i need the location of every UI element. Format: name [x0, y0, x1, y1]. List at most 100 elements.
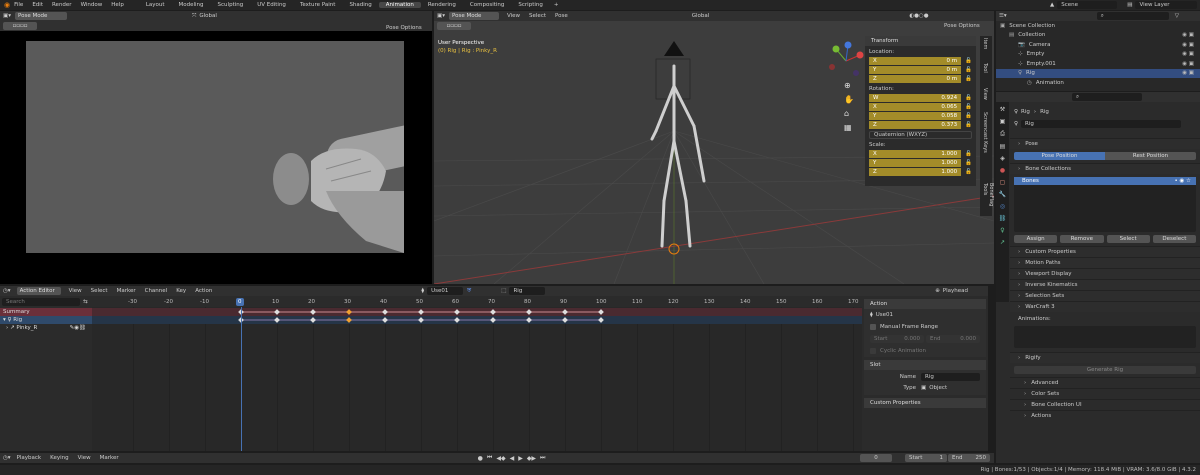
location-z-field[interactable]: Z 0 m: [869, 74, 962, 83]
tab-scripting[interactable]: Scripting: [511, 2, 549, 8]
timeline-menu-playback[interactable]: Playback: [17, 455, 42, 461]
playhead-dropdown[interactable]: Playhead: [943, 288, 968, 294]
select-box-tool-icon[interactable]: ▫▫▫▫: [3, 22, 37, 30]
action-header[interactable]: Action: [864, 299, 986, 309]
jump-start-icon[interactable]: ⏮: [487, 454, 492, 462]
next-key-icon[interactable]: ◆▶: [527, 455, 536, 462]
outliner-item[interactable]: ▣ Scene Collection: [996, 21, 1200, 31]
lock-icon[interactable]: 🔓: [965, 160, 972, 166]
menu-help[interactable]: Help: [111, 2, 124, 8]
rotation-y-field[interactable]: Y 0.058: [869, 111, 962, 120]
action-selector[interactable]: Use01: [427, 287, 464, 295]
editor-type-icon[interactable]: ▣▾: [3, 13, 11, 19]
playhead-frame[interactable]: 0: [236, 298, 244, 306]
timeline-menu-marker[interactable]: Marker: [100, 455, 119, 461]
start-frame-field[interactable]: Start 1: [905, 454, 947, 462]
visibility-icon[interactable]: ◉ ▣: [1182, 61, 1194, 67]
scale-z-field[interactable]: Z 1.000: [869, 167, 962, 176]
lock-icon[interactable]: 🔓: [965, 76, 972, 82]
outliner-item[interactable]: ⊹ Empty.001 ◉ ▣: [996, 59, 1200, 69]
pose-section[interactable]: Pose: [1010, 138, 1200, 149]
add-workspace-icon[interactable]: +: [554, 2, 559, 8]
blender-logo-icon[interactable]: ◉: [4, 1, 10, 9]
playback-controls[interactable]: ● ⏮ ◀◆ ◀ ▶ ◆▶ ⏭: [478, 454, 546, 462]
pose-position-button[interactable]: Pose Position: [1014, 152, 1105, 160]
sidebar-tab-boneflag-tools[interactable]: BoneFlag Tools: [982, 183, 994, 216]
play-reverse-icon[interactable]: ◀: [510, 455, 515, 462]
tab-sculpting[interactable]: Sculpting: [211, 2, 251, 8]
start-field[interactable]: Start 0.000: [870, 335, 924, 343]
rotation-x-field[interactable]: X 0.065: [869, 102, 962, 111]
outliner-item[interactable]: 📷 Camera ◉ ▣: [996, 40, 1200, 50]
lock-icon[interactable]: 🔓: [965, 58, 972, 64]
viewport-menu-pose[interactable]: Pose: [555, 13, 568, 19]
lock-icon[interactable]: 🔓: [965, 169, 972, 175]
action-name[interactable]: Use01: [876, 312, 893, 318]
keyframe[interactable]: [598, 309, 604, 315]
output-tab-icon[interactable]: ⎙: [1000, 130, 1005, 138]
invert-filter-icon[interactable]: ⇆: [83, 299, 88, 305]
section-custom-properties[interactable]: Custom Properties: [1010, 246, 1200, 257]
end-frame-field[interactable]: End 250: [948, 454, 990, 462]
modifier-tab-icon[interactable]: 🔧: [999, 191, 1006, 198]
menu-window[interactable]: Window: [81, 2, 103, 8]
rotation-mode-dropdown[interactable]: Quaternion (WXYZ): [869, 131, 972, 139]
scale-y-field[interactable]: Y 1.000: [869, 158, 962, 167]
lock-icon[interactable]: 🔓: [965, 151, 972, 157]
section-viewport-display[interactable]: Viewport Display: [1010, 268, 1200, 279]
warcraft-section[interactable]: WarCraft 3: [1010, 301, 1200, 312]
outliner-item[interactable]: ♀ Rig ◉ ▣: [996, 68, 1200, 78]
menu-render[interactable]: Render: [52, 2, 72, 8]
dopesheet-editor-icon[interactable]: ◷▾: [3, 288, 11, 294]
play-icon[interactable]: ▶: [518, 455, 523, 462]
view-layer-tab-icon[interactable]: ▤: [1000, 143, 1006, 150]
tab-shading[interactable]: Shading: [342, 2, 378, 8]
viewport-pose-options[interactable]: Pose Options: [944, 23, 980, 29]
remove-button[interactable]: Remove: [1060, 235, 1104, 243]
object-tab-icon[interactable]: ▢: [1000, 179, 1006, 186]
sidebar-tab-view[interactable]: View: [982, 88, 988, 100]
outliner-editor-icon[interactable]: ☰▾: [999, 13, 1007, 19]
rigify-color-sets[interactable]: Color Sets: [1010, 388, 1200, 399]
viewport-shading-icons[interactable]: ◐●○●: [909, 13, 928, 19]
scene-selector[interactable]: Scene: [1057, 1, 1118, 9]
keyframe[interactable]: [598, 317, 604, 323]
viewport-mode-dropdown[interactable]: Pose Mode: [448, 12, 499, 20]
rotation-w-field[interactable]: W 0.924: [869, 93, 962, 102]
bone-tab-icon[interactable]: ↗: [1000, 239, 1005, 246]
transform-header[interactable]: Transform: [865, 36, 976, 46]
outliner-item[interactable]: ▤ Collection ◉ ▣: [996, 31, 1200, 41]
select-button[interactable]: Select: [1106, 235, 1150, 243]
dopesheet-menu-marker[interactable]: Marker: [117, 288, 136, 294]
jump-end-icon[interactable]: ⏭: [540, 454, 545, 462]
tab-layout[interactable]: Layout: [139, 2, 172, 8]
armature-data-tab-icon[interactable]: ♀: [1000, 227, 1004, 234]
deselect-button[interactable]: Deselect: [1152, 235, 1196, 243]
outliner-item[interactable]: ◷ Animation: [996, 78, 1200, 88]
end-field[interactable]: End 0.000: [926, 335, 980, 343]
channel-summary[interactable]: Summary: [0, 308, 92, 316]
section-motion-paths[interactable]: Motion Paths: [1010, 257, 1200, 268]
lock-icon[interactable]: 🔓: [965, 113, 972, 119]
rigify-advanced[interactable]: Advanced: [1010, 377, 1200, 388]
editor-mode-dropdown[interactable]: Action Editor: [16, 287, 61, 295]
view-layer-selector[interactable]: View Layer: [1135, 1, 1198, 9]
rotation-z-field[interactable]: Z 0.373: [869, 120, 962, 129]
visibility-icon[interactable]: ◉ ▣: [1182, 70, 1194, 76]
timeline-menu-keying[interactable]: Keying: [50, 455, 68, 461]
editor-type-icon[interactable]: ▣▾: [437, 13, 445, 19]
section-selection-sets[interactable]: Selection Sets: [1010, 290, 1200, 301]
bone-collections-section[interactable]: Bone Collections: [1010, 163, 1200, 174]
rigify-bone-collection-ui[interactable]: Bone Collection UI: [1010, 399, 1200, 410]
armature-name-field[interactable]: Rig: [1021, 120, 1182, 128]
camview-mode-dropdown[interactable]: Pose Mode: [14, 12, 67, 20]
dopesheet-menu-action[interactable]: Action: [195, 288, 212, 294]
playhead-line[interactable]: [241, 307, 242, 451]
cyclic-checkbox[interactable]: [870, 348, 876, 354]
rigify-section[interactable]: Rigify: [1010, 352, 1200, 363]
tab-animation[interactable]: Animation: [378, 2, 421, 8]
outliner-search-input[interactable]: ⌕: [1096, 12, 1169, 20]
lock-icon[interactable]: 🔓: [965, 104, 972, 110]
dopesheet-menu-view[interactable]: View: [69, 288, 82, 294]
dopesheet-menu-select[interactable]: Select: [91, 288, 108, 294]
